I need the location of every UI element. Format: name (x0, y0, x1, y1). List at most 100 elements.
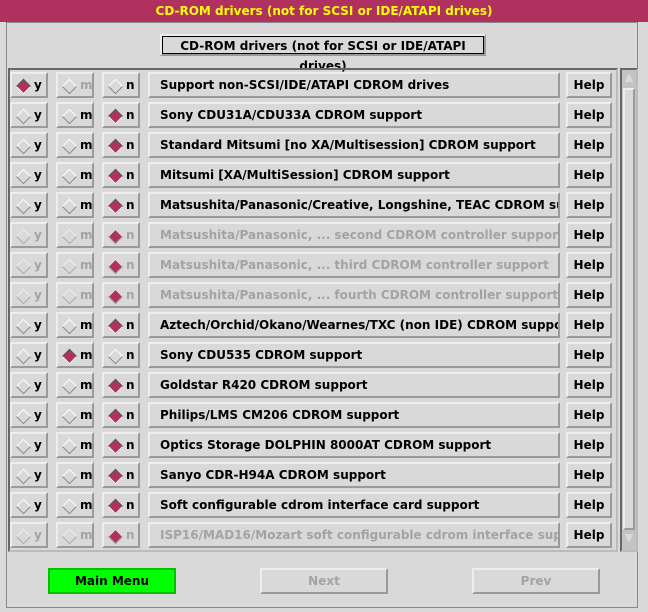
choice-m-radio[interactable]: m (56, 522, 94, 548)
choice-n-radio[interactable]: n (102, 132, 140, 158)
option-label[interactable]: Matsushita/Panasonic/Creative, Longshine… (148, 192, 560, 218)
help-button[interactable]: Help (566, 282, 612, 308)
choice-m-radio[interactable]: m (56, 372, 94, 398)
choice-n-radio[interactable]: n (102, 282, 140, 308)
choice-y-radio[interactable]: y (10, 402, 48, 428)
option-label[interactable]: Goldstar R420 CDROM support (148, 372, 560, 398)
radio-diamond-icon (15, 438, 32, 455)
radio-diamond-icon (61, 228, 78, 245)
radio-diamond-icon (61, 348, 78, 365)
help-button[interactable]: Help (566, 492, 612, 518)
main-menu-button[interactable]: Main Menu (48, 568, 176, 594)
option-label[interactable]: Optics Storage DOLPHIN 8000AT CDROM supp… (148, 432, 560, 458)
option-label[interactable]: Matsushita/Panasonic, ... third CDROM co… (148, 252, 560, 278)
choice-m-radio[interactable]: m (56, 72, 94, 98)
option-label[interactable]: Matsushita/Panasonic, ... second CDROM c… (148, 222, 560, 248)
scroll-up-arrow-icon[interactable]: ▲ (623, 71, 635, 85)
choice-m-radio[interactable]: m (56, 192, 94, 218)
radio-diamond-icon (61, 138, 78, 155)
help-button[interactable]: Help (566, 432, 612, 458)
choice-y-radio[interactable]: y (10, 162, 48, 188)
option-label[interactable]: Philips/LMS CM206 CDROM support (148, 402, 560, 428)
choice-n-radio[interactable]: n (102, 462, 140, 488)
choice-m-label: m (80, 78, 93, 92)
choice-m-radio[interactable]: m (56, 402, 94, 428)
choice-n-radio[interactable]: n (102, 372, 140, 398)
help-button[interactable]: Help (566, 222, 612, 248)
prev-button[interactable]: Prev (472, 568, 600, 594)
choice-n-radio[interactable]: n (102, 252, 140, 278)
option-label[interactable]: Mitsumi [XA/MultiSession] CDROM support (148, 162, 560, 188)
help-button[interactable]: Help (566, 312, 612, 338)
choice-m-radio[interactable]: m (56, 492, 94, 518)
help-button[interactable]: Help (566, 522, 612, 548)
choice-m-radio[interactable]: m (56, 282, 94, 308)
option-label[interactable]: Support non-SCSI/IDE/ATAPI CDROM drives (148, 72, 560, 98)
help-button[interactable]: Help (566, 372, 612, 398)
choice-m-radio[interactable]: m (56, 102, 94, 128)
choice-m-radio[interactable]: m (56, 432, 94, 458)
choice-n-radio[interactable]: n (102, 522, 140, 548)
choice-n-radio[interactable]: n (102, 342, 140, 368)
choice-n-label: n (126, 288, 135, 302)
scroll-thumb[interactable] (623, 88, 635, 530)
choice-y-radio[interactable]: y (10, 192, 48, 218)
choice-n-radio[interactable]: n (102, 102, 140, 128)
choice-y-radio[interactable]: y (10, 72, 48, 98)
help-button[interactable]: Help (566, 162, 612, 188)
choice-m-radio[interactable]: m (56, 222, 94, 248)
option-label[interactable]: Aztech/Orchid/Okano/Wearnes/TXC (non IDE… (148, 312, 560, 338)
choice-y-radio[interactable]: y (10, 522, 48, 548)
scrollbar[interactable]: ▲ ▼ (620, 68, 638, 552)
radio-diamond-icon (107, 78, 124, 95)
option-label[interactable]: Sony CDU535 CDROM support (148, 342, 560, 368)
radio-diamond-icon (15, 468, 32, 485)
help-button[interactable]: Help (566, 252, 612, 278)
choice-m-label: m (80, 348, 93, 362)
section-header-button[interactable]: CD-ROM drivers (not for SCSI or IDE/ATAP… (160, 34, 486, 73)
help-button[interactable]: Help (566, 192, 612, 218)
help-button[interactable]: Help (566, 72, 612, 98)
choice-m-radio[interactable]: m (56, 312, 94, 338)
option-label[interactable]: Standard Mitsumi [no XA/Multisession] CD… (148, 132, 560, 158)
radio-diamond-icon (107, 288, 124, 305)
choice-m-radio[interactable]: m (56, 132, 94, 158)
choice-y-radio[interactable]: y (10, 312, 48, 338)
choice-n-radio[interactable]: n (102, 312, 140, 338)
option-label[interactable]: Sony CDU31A/CDU33A CDROM support (148, 102, 560, 128)
radio-diamond-icon (15, 318, 32, 335)
help-button[interactable]: Help (566, 342, 612, 368)
choice-m-radio[interactable]: m (56, 252, 94, 278)
choice-n-radio[interactable]: n (102, 402, 140, 428)
choice-y-radio[interactable]: y (10, 252, 48, 278)
choice-n-radio[interactable]: n (102, 222, 140, 248)
choice-y-radio[interactable]: y (10, 102, 48, 128)
option-label[interactable]: ISP16/MAD16/Mozart soft configurable cdr… (148, 522, 560, 548)
next-button[interactable]: Next (260, 568, 388, 594)
choice-m-label: m (80, 168, 93, 182)
choice-n-radio[interactable]: n (102, 492, 140, 518)
choice-n-radio[interactable]: n (102, 192, 140, 218)
choice-y-radio[interactable]: y (10, 342, 48, 368)
help-button[interactable]: Help (566, 132, 612, 158)
help-button[interactable]: Help (566, 102, 612, 128)
choice-y-radio[interactable]: y (10, 432, 48, 458)
choice-y-radio[interactable]: y (10, 222, 48, 248)
choice-y-radio[interactable]: y (10, 132, 48, 158)
choice-y-radio[interactable]: y (10, 462, 48, 488)
choice-n-radio[interactable]: n (102, 432, 140, 458)
choice-m-radio[interactable]: m (56, 462, 94, 488)
choice-n-radio[interactable]: n (102, 72, 140, 98)
help-button[interactable]: Help (566, 402, 612, 428)
choice-m-radio[interactable]: m (56, 342, 94, 368)
option-label[interactable]: Sanyo CDR-H94A CDROM support (148, 462, 560, 488)
scroll-down-arrow-icon[interactable]: ▼ (623, 532, 635, 546)
option-label[interactable]: Matsushita/Panasonic, ... fourth CDROM c… (148, 282, 560, 308)
choice-y-radio[interactable]: y (10, 282, 48, 308)
help-button[interactable]: Help (566, 462, 612, 488)
choice-y-radio[interactable]: y (10, 492, 48, 518)
choice-n-radio[interactable]: n (102, 162, 140, 188)
option-label[interactable]: Soft configurable cdrom interface card s… (148, 492, 560, 518)
choice-m-radio[interactable]: m (56, 162, 94, 188)
choice-y-radio[interactable]: y (10, 372, 48, 398)
